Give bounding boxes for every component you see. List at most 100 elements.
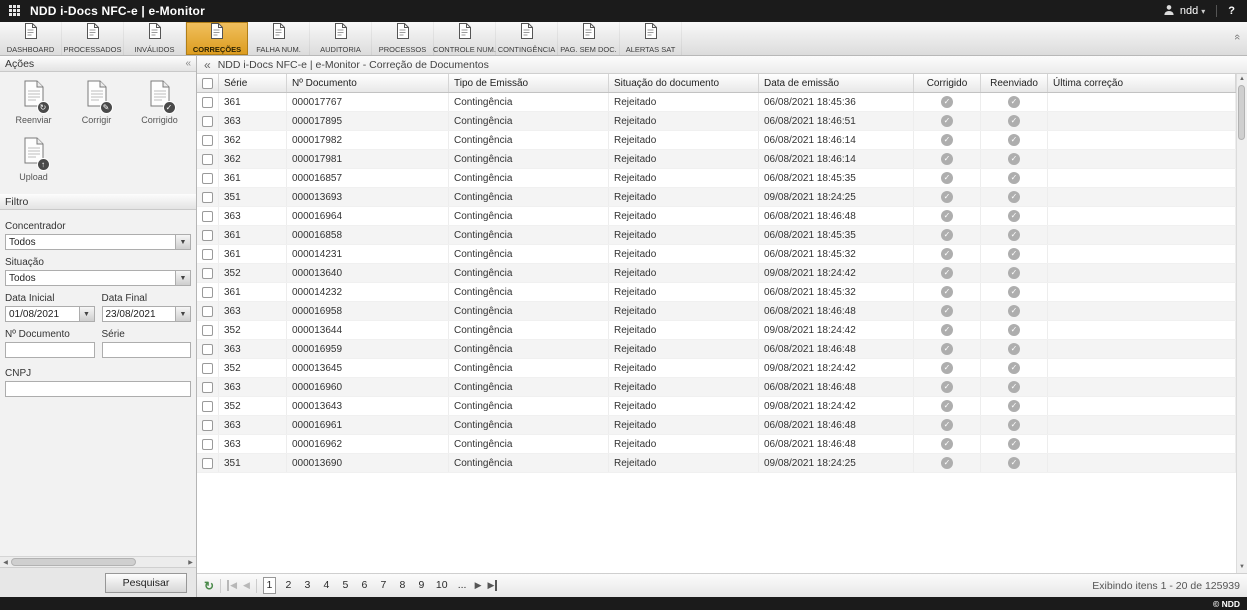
- page-button-9[interactable]: 9: [415, 578, 428, 593]
- page-button-5[interactable]: 5: [339, 578, 352, 593]
- table-row[interactable]: 352 000013645 Contingência Rejeitado 09/…: [197, 359, 1236, 378]
- tab-contingencia[interactable]: CONTINGÊNCIA: [496, 22, 558, 55]
- table-row[interactable]: 361 000016858 Contingência Rejeitado 06/…: [197, 226, 1236, 245]
- scrollbar-thumb[interactable]: [1238, 85, 1245, 140]
- previous-page-icon[interactable]: ◀: [243, 580, 250, 591]
- column-header-ultima-correcao[interactable]: Última correção: [1048, 74, 1236, 92]
- table-row[interactable]: 363 000016960 Contingência Rejeitado 06/…: [197, 378, 1236, 397]
- collapse-sidebar-icon[interactable]: «: [204, 58, 211, 72]
- row-checkbox[interactable]: [202, 97, 213, 108]
- table-row[interactable]: 363 000016964 Contingência Rejeitado 06/…: [197, 207, 1236, 226]
- row-checkbox[interactable]: [202, 325, 213, 336]
- row-checkbox[interactable]: [202, 458, 213, 469]
- user-menu[interactable]: ndd ▾: [1180, 5, 1205, 17]
- tab-auditoria[interactable]: AUDITORIA: [310, 22, 372, 55]
- row-checkbox[interactable]: [202, 287, 213, 298]
- page-button-2[interactable]: 2: [282, 578, 295, 593]
- help-button[interactable]: ?: [1228, 5, 1235, 17]
- scroll-left-icon[interactable]: ◀: [0, 559, 11, 566]
- column-header-corrigido[interactable]: Corrigido: [914, 74, 981, 92]
- row-checkbox[interactable]: [202, 192, 213, 203]
- table-row[interactable]: 351 000013693 Contingência Rejeitado 09/…: [197, 188, 1236, 207]
- table-row[interactable]: 352 000013640 Contingência Rejeitado 09/…: [197, 264, 1236, 283]
- table-row[interactable]: 361 000017767 Contingência Rejeitado 06/…: [197, 93, 1236, 112]
- row-checkbox[interactable]: [202, 344, 213, 355]
- chevron-down-icon[interactable]: ▼: [175, 235, 190, 249]
- table-row[interactable]: 363 000017895 Contingência Rejeitado 06/…: [197, 112, 1236, 131]
- row-checkbox[interactable]: [202, 249, 213, 260]
- column-header-data-emissao[interactable]: Data de emissão: [759, 74, 914, 92]
- table-row[interactable]: 363 000016961 Contingência Rejeitado 06/…: [197, 416, 1236, 435]
- scrollbar-thumb[interactable]: [11, 558, 136, 566]
- ribbon-collapse-icon[interactable]: «: [1231, 34, 1243, 40]
- next-page-icon[interactable]: ▶: [475, 580, 482, 591]
- row-checkbox[interactable]: [202, 154, 213, 165]
- page-button-10[interactable]: 10: [434, 578, 450, 593]
- app-launcher-icon[interactable]: [9, 5, 21, 17]
- page-button-8[interactable]: 8: [396, 578, 409, 593]
- scroll-down-icon[interactable]: ▼: [1239, 562, 1245, 573]
- table-row[interactable]: 362 000017981 Contingência Rejeitado 06/…: [197, 150, 1236, 169]
- concentrador-select[interactable]: Todos ▼: [5, 234, 191, 250]
- tab-alertas-sat[interactable]: ALERTAS SAT: [620, 22, 682, 55]
- tab-controle-num[interactable]: CONTROLE NUM.: [434, 22, 496, 55]
- numero-documento-input[interactable]: [5, 342, 95, 358]
- chevron-down-icon[interactable]: ▼: [175, 307, 190, 321]
- column-header-tipo-emissao[interactable]: Tipo de Emissão: [449, 74, 609, 92]
- tab-pag-sem-doc[interactable]: PAG. SEM DOC.: [558, 22, 620, 55]
- situacao-select[interactable]: Todos ▼: [5, 270, 191, 286]
- column-header-serie[interactable]: Série: [219, 74, 287, 92]
- table-row[interactable]: 363 000016962 Contingência Rejeitado 06/…: [197, 435, 1236, 454]
- row-checkbox[interactable]: [202, 401, 213, 412]
- panel-collapse-icon[interactable]: «: [185, 58, 191, 69]
- chevron-down-icon[interactable]: ▼: [175, 271, 190, 285]
- tab-invalidos[interactable]: INVÁLIDOS: [124, 22, 186, 55]
- row-checkbox[interactable]: [202, 211, 213, 222]
- column-header-situacao[interactable]: Situação do documento: [609, 74, 759, 92]
- row-checkbox[interactable]: [202, 135, 213, 146]
- scroll-up-icon[interactable]: ▲: [1239, 74, 1245, 85]
- table-row[interactable]: 352 000013643 Contingência Rejeitado 09/…: [197, 397, 1236, 416]
- page-button-4[interactable]: 4: [320, 578, 333, 593]
- table-row[interactable]: 361 000014232 Contingência Rejeitado 06/…: [197, 283, 1236, 302]
- tab-falha-num[interactable]: FALHA NUM.: [248, 22, 310, 55]
- tab-processos[interactable]: PROCESSOS: [372, 22, 434, 55]
- table-row[interactable]: 363 000016959 Contingência Rejeitado 06/…: [197, 340, 1236, 359]
- action-upload[interactable]: ↑ Upload: [2, 137, 65, 182]
- table-row[interactable]: 351 000013690 Contingência Rejeitado 09/…: [197, 454, 1236, 473]
- tab-correcoes[interactable]: CORREÇÕES: [186, 22, 248, 55]
- row-checkbox[interactable]: [202, 230, 213, 241]
- select-all-checkbox[interactable]: [202, 78, 213, 89]
- table-row[interactable]: 361 000016857 Contingência Rejeitado 06/…: [197, 169, 1236, 188]
- table-row[interactable]: 352 000013644 Contingência Rejeitado 09/…: [197, 321, 1236, 340]
- page-button-3[interactable]: 3: [301, 578, 314, 593]
- chevron-down-icon[interactable]: ▼: [79, 307, 94, 321]
- row-checkbox[interactable]: [202, 268, 213, 279]
- column-header-numero-documento[interactable]: Nº Documento: [287, 74, 449, 92]
- row-checkbox[interactable]: [202, 173, 213, 184]
- vertical-scrollbar[interactable]: ▲ ▼: [1236, 74, 1247, 573]
- row-checkbox[interactable]: [202, 116, 213, 127]
- search-button[interactable]: Pesquisar: [105, 573, 187, 593]
- action-corrigido[interactable]: ✓ Corrigido: [128, 80, 191, 125]
- row-checkbox[interactable]: [202, 382, 213, 393]
- data-inicial-datepicker[interactable]: 01/08/2021 ▼: [5, 306, 95, 322]
- tab-dashboard[interactable]: DASHBOARD: [0, 22, 62, 55]
- action-corrigir[interactable]: ✎ Corrigir: [65, 80, 128, 125]
- first-page-icon[interactable]: ◀: [227, 580, 237, 591]
- row-checkbox[interactable]: [202, 306, 213, 317]
- table-row[interactable]: 361 000014231 Contingência Rejeitado 06/…: [197, 245, 1236, 264]
- row-checkbox[interactable]: [202, 363, 213, 374]
- serie-input[interactable]: [102, 342, 192, 358]
- page-button-6[interactable]: 6: [358, 578, 371, 593]
- sidebar-horizontal-scrollbar[interactable]: ◀ ▶: [0, 556, 196, 567]
- page-button-1[interactable]: 1: [263, 577, 276, 594]
- row-checkbox[interactable]: [202, 420, 213, 431]
- row-checkbox[interactable]: [202, 439, 213, 450]
- column-header-reenviado[interactable]: Reenviado: [981, 74, 1048, 92]
- refresh-icon[interactable]: ↻: [204, 579, 214, 593]
- last-page-icon[interactable]: ▶: [488, 580, 498, 591]
- tab-processados[interactable]: PROCESSADOS: [62, 22, 124, 55]
- data-final-datepicker[interactable]: 23/08/2021 ▼: [102, 306, 192, 322]
- table-row[interactable]: 363 000016958 Contingência Rejeitado 06/…: [197, 302, 1236, 321]
